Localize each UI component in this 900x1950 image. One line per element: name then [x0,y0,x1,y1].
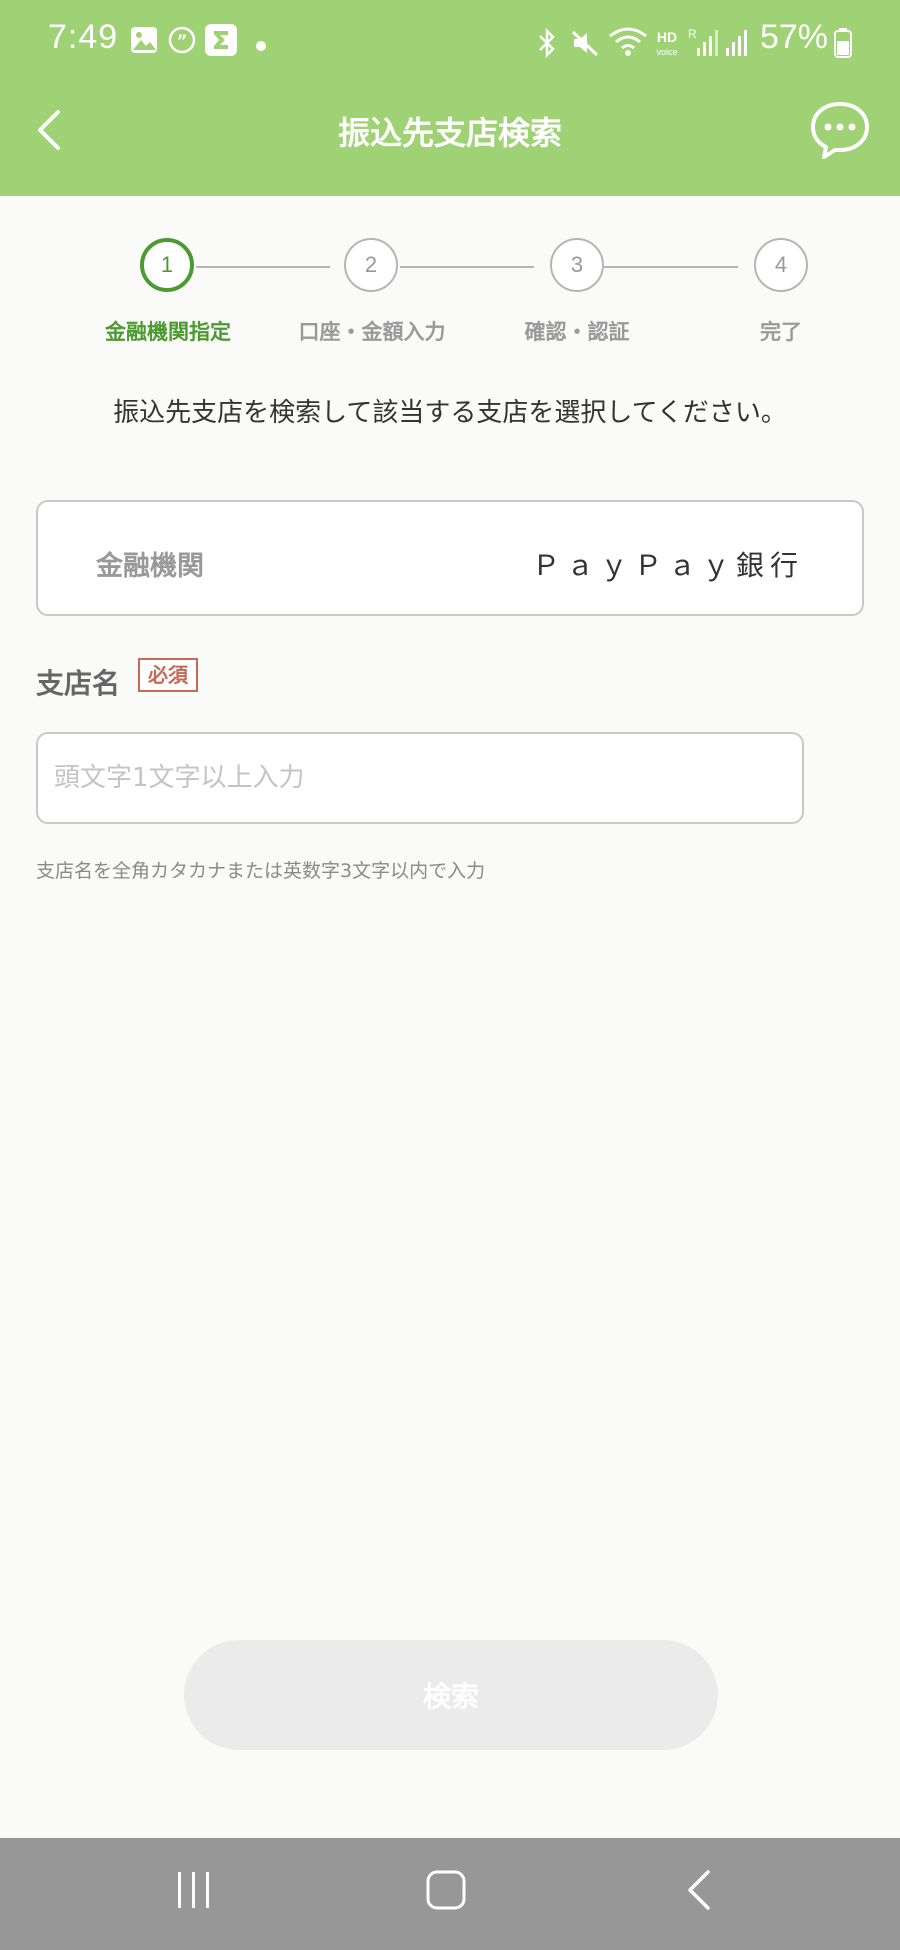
svg-text:R: R [688,27,697,41]
chat-bubble-icon [811,102,869,159]
status-time: 7:49 [48,18,119,56]
svg-text:HD: HD [657,29,677,45]
step-3-circle: 3 [550,238,604,292]
search-button[interactable]: 検索 [184,1640,718,1750]
system-nav-bar [0,1838,900,1950]
sigma-app-icon [205,24,237,60]
svg-text:voice: voice [656,47,677,57]
branch-label: 支店名 [36,667,121,700]
bluetooth-icon [536,27,558,62]
branch-name-input[interactable] [36,732,804,824]
signal-icon [724,26,750,62]
mute-icon [570,28,600,62]
quote-icon: ” [168,26,196,58]
svg-text:”: ” [177,31,188,50]
step-1-label: 金融機関指定 [105,320,231,344]
gallery-icon [130,26,158,58]
step-4-circle: 4 [754,238,808,292]
hd-voice-icon: HD voice [650,28,684,62]
required-badge: 必須 [138,658,198,692]
chat-button[interactable] [808,100,872,160]
battery-level: 57% [759,18,828,56]
system-back-icon[interactable] [680,1868,720,1916]
signal-icon: R [688,26,718,62]
app-header: 7:49 ” HD voice R 57% 振込先支店検索 [0,0,900,196]
step-4-label: 完了 [760,320,802,344]
step-connector [196,266,330,268]
dot-icon [256,36,266,55]
step-2-circle: 2 [344,238,398,292]
step-3-label: 確認・認証 [524,320,630,344]
bank-field: 金融機関 ＰａｙＰａｙ銀行 [36,500,864,616]
status-bar: 7:49 ” HD voice R 57% [0,0,900,86]
instruction-text: 振込先支店を検索して該当する支店を選択してください。 [113,398,787,428]
bank-label: 金融機関 [96,551,204,582]
step-1-circle: 1 [140,238,194,292]
step-connector [604,266,738,268]
battery-icon [834,28,852,62]
bank-value: ＰａｙＰａｙ銀行 [531,549,804,582]
page-title: 振込先支店検索 [337,114,562,152]
step-connector [400,266,534,268]
home-icon[interactable] [424,1868,468,1916]
progress-stepper: 1 2 3 4 金融機関指定 口座・金額入力 確認・認証 完了 [0,238,900,358]
step-2-label: 口座・金額入力 [298,320,446,344]
wifi-icon [608,26,648,62]
recent-apps-icon[interactable] [174,1868,214,1916]
branch-hint: 支店名を全角カタカナまたは英数字3文字以内で入力 [36,860,486,882]
